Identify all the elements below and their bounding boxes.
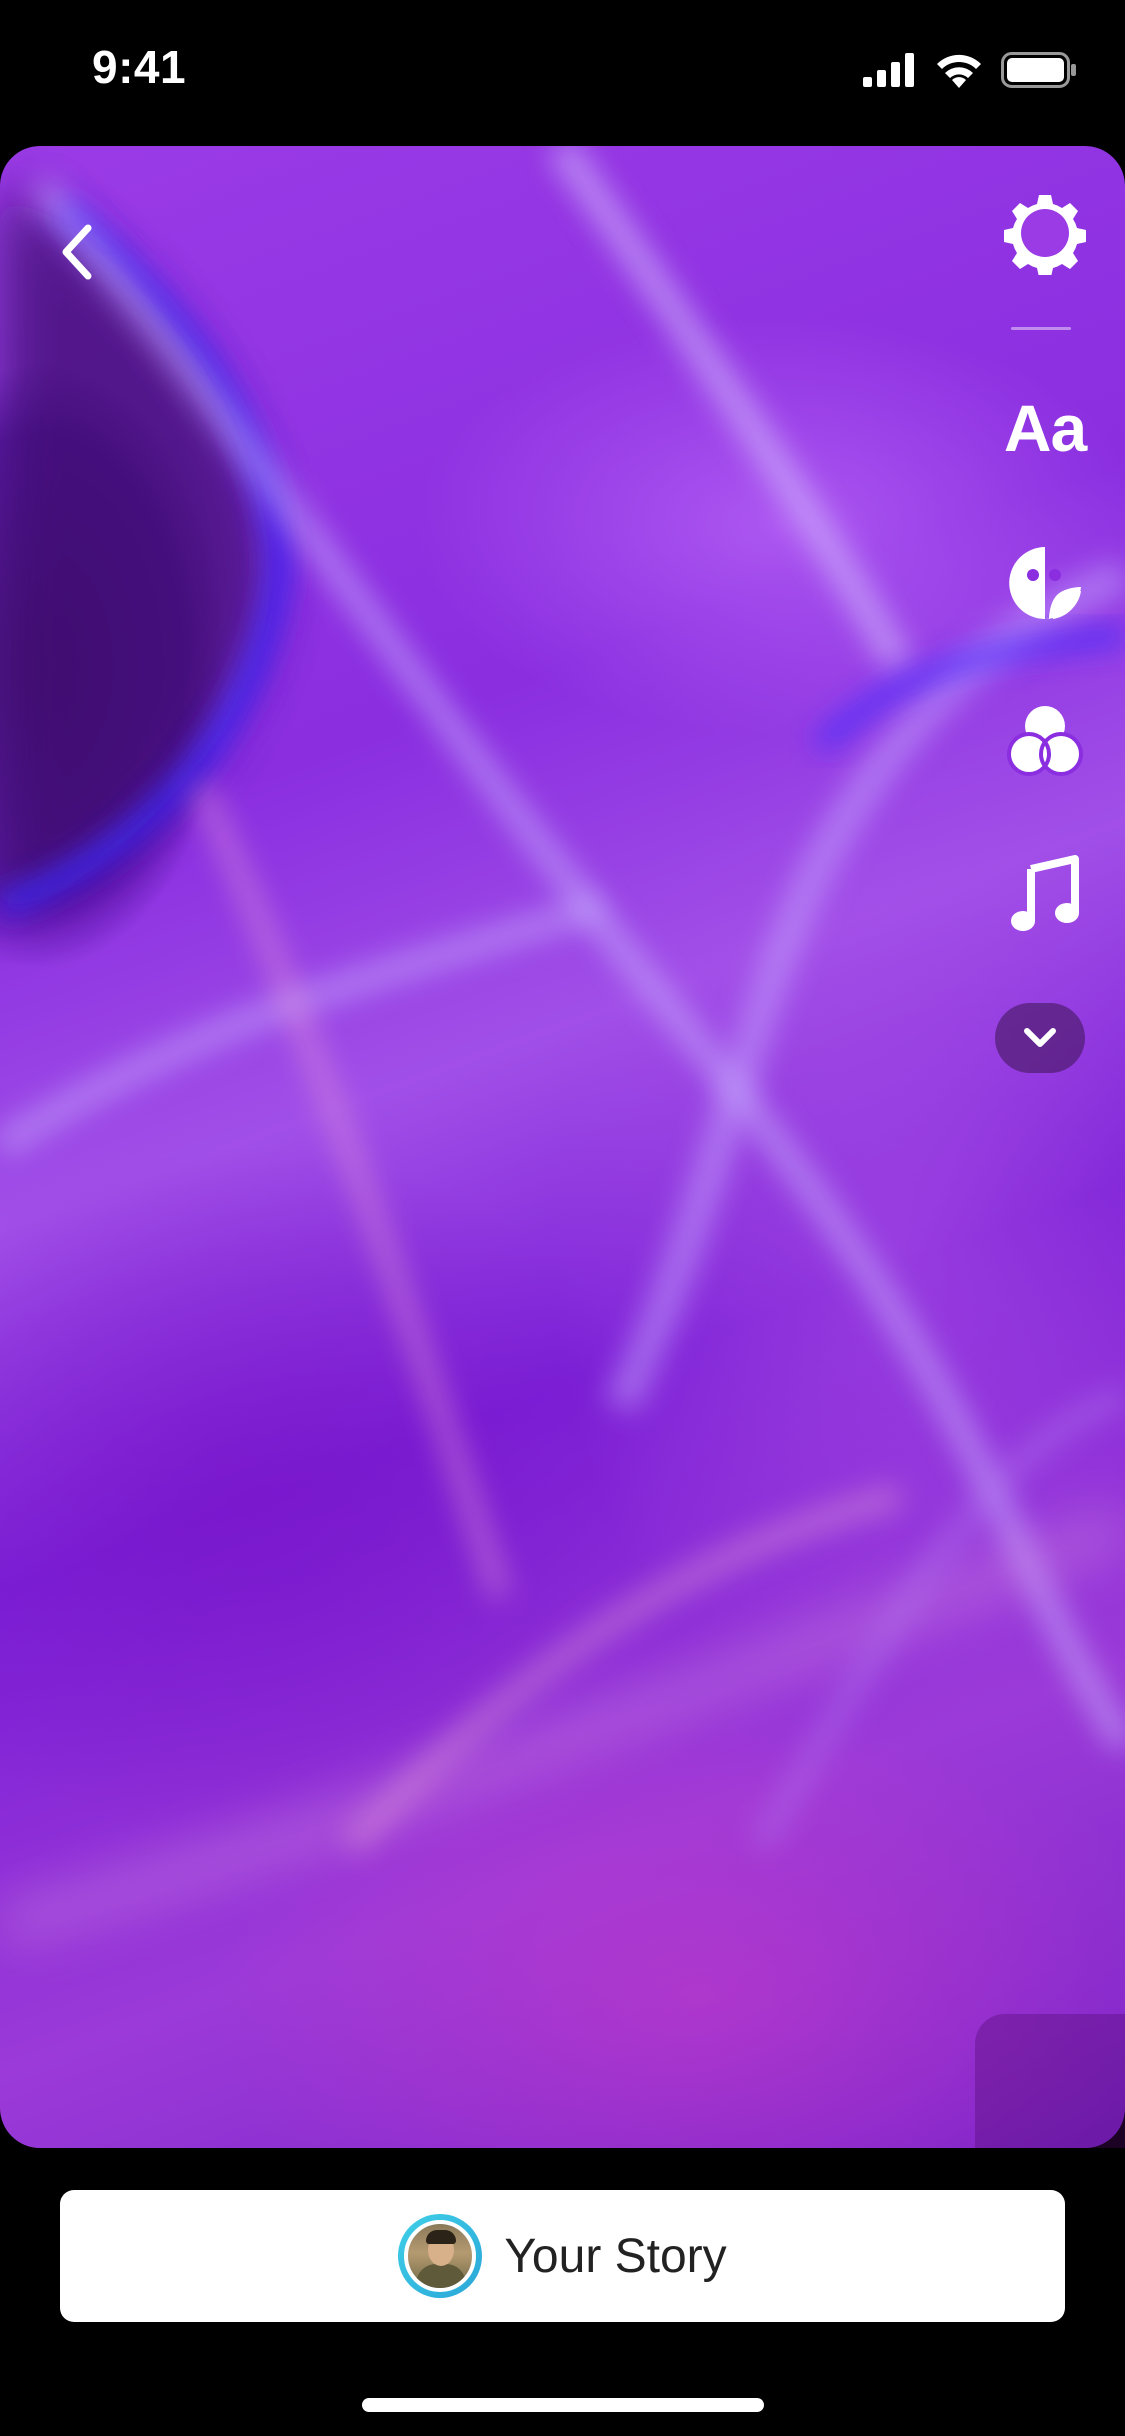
text-tool-button[interactable]: Aa [995, 378, 1095, 478]
story-photo-canvas[interactable] [0, 146, 1125, 2148]
photo-light-streaks [0, 146, 1125, 1946]
corner-overlay [975, 2014, 1125, 2148]
battery-icon [1001, 52, 1076, 88]
your-story-button[interactable]: Your Story [60, 2190, 1065, 2322]
effects-button[interactable] [995, 690, 1095, 790]
sticker-button[interactable] [995, 533, 1095, 633]
tool-divider [1011, 327, 1071, 330]
status-time: 9:41 [92, 41, 187, 93]
cellular-signal-icon [863, 53, 914, 87]
music-note-icon [1011, 855, 1079, 931]
gear-icon [1004, 195, 1086, 275]
back-button[interactable] [48, 212, 104, 292]
more-tools-button[interactable] [995, 1003, 1085, 1073]
story-editor-screen: 9:41 Aa Your Story [0, 0, 1125, 2436]
home-indicator[interactable] [362, 2398, 764, 2412]
story-avatar-ring [398, 2214, 483, 2298]
chevron-left-icon [62, 224, 92, 280]
status-icons [863, 48, 1077, 92]
sticker-icon [1009, 547, 1081, 620]
settings-button[interactable] [995, 183, 1095, 283]
avatar [404, 2220, 477, 2292]
effects-icon [1007, 706, 1083, 776]
chevron-down-icon [1024, 1028, 1056, 1047]
wifi-icon [937, 54, 981, 88]
status-bar: 9:41 [0, 0, 1125, 140]
music-button[interactable] [995, 845, 1095, 945]
text-tool-label: Aa [1003, 391, 1087, 465]
your-story-label: Your Story [504, 2229, 727, 2283]
